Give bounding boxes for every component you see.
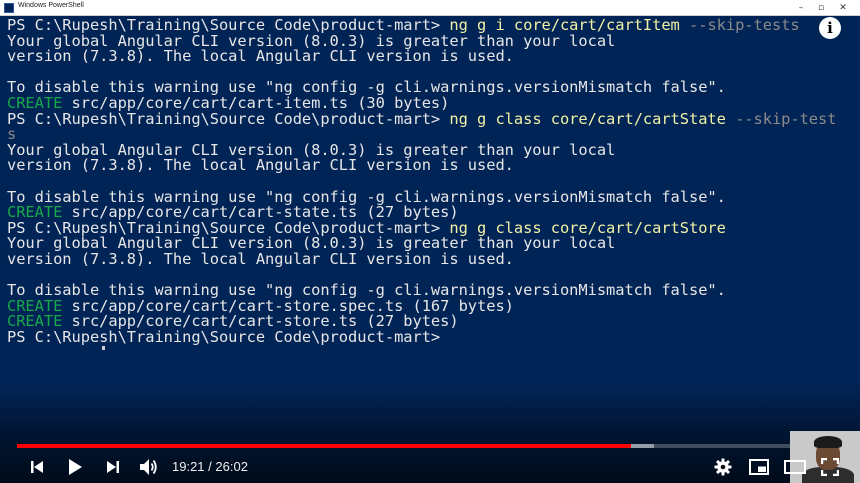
volume-icon <box>140 459 157 475</box>
settings-button[interactable] <box>711 454 735 480</box>
output-text: version (7.3.8). The local Angular CLI v… <box>7 156 514 175</box>
play-button[interactable] <box>63 454 87 480</box>
output-text: PS C:\Rupesh\Training\Source Code\produc… <box>7 328 441 346</box>
output-text: version (7.3.8). The local Angular CLI v… <box>7 47 514 66</box>
flag-text: --skip-test <box>725 109 837 128</box>
video-player[interactable]: Windows PowerShell – ▫ ✕ PS C:\Rupesh\Tr… <box>0 0 860 483</box>
miniplayer-icon <box>749 459 769 475</box>
console-line: version (7.3.8). The local Angular CLI v… <box>7 47 514 66</box>
time-separator: / <box>204 459 216 474</box>
skip-next-icon <box>107 461 119 473</box>
miniplayer-button[interactable] <box>746 454 772 480</box>
command-text: ng g class core/cart/cartState <box>449 109 726 128</box>
output-text: PS C:\Rupesh\Training\Source Code\produc… <box>7 109 450 128</box>
console-line: PS C:\Rupesh\Training\Source Code\produc… <box>7 328 441 346</box>
time-current: 19:21 <box>172 459 205 474</box>
fullscreen-button[interactable] <box>818 454 842 480</box>
skip-previous-icon <box>31 461 43 473</box>
close-icon: ✕ <box>839 3 847 13</box>
time-display: 19:21 / 26:02 <box>172 459 248 475</box>
presenter-hair <box>814 436 842 448</box>
time-total: 26:02 <box>215 459 248 474</box>
previous-button[interactable] <box>26 454 48 480</box>
console-line: version (7.3.8). The local Angular CLI v… <box>7 250 514 268</box>
minimize-icon: – <box>798 3 804 13</box>
progress-bar[interactable] <box>17 444 843 448</box>
progress-played <box>17 444 631 448</box>
maximize-icon: ▫ <box>817 3 825 13</box>
window-title-bar: Windows PowerShell – ▫ ✕ <box>0 0 860 16</box>
console-line: PS C:\Rupesh\Training\Source Code\produc… <box>7 109 837 128</box>
flag-text: --skip-tests <box>679 16 800 34</box>
fullscreen-icon <box>821 458 839 476</box>
play-icon <box>69 459 82 475</box>
console-line: version (7.3.8). The local Angular CLI v… <box>7 158 514 174</box>
mouse-cursor <box>102 346 105 350</box>
next-button[interactable] <box>102 454 124 480</box>
powershell-app-icon <box>4 3 14 13</box>
theater-mode-button[interactable] <box>782 454 808 480</box>
theater-mode-icon <box>784 460 806 474</box>
info-icon[interactable]: i <box>819 17 841 39</box>
window-title: Windows PowerShell <box>18 2 84 9</box>
volume-button[interactable] <box>136 454 162 480</box>
output-text: version (7.3.8). The local Angular CLI v… <box>7 250 514 268</box>
gear-icon <box>714 458 732 476</box>
